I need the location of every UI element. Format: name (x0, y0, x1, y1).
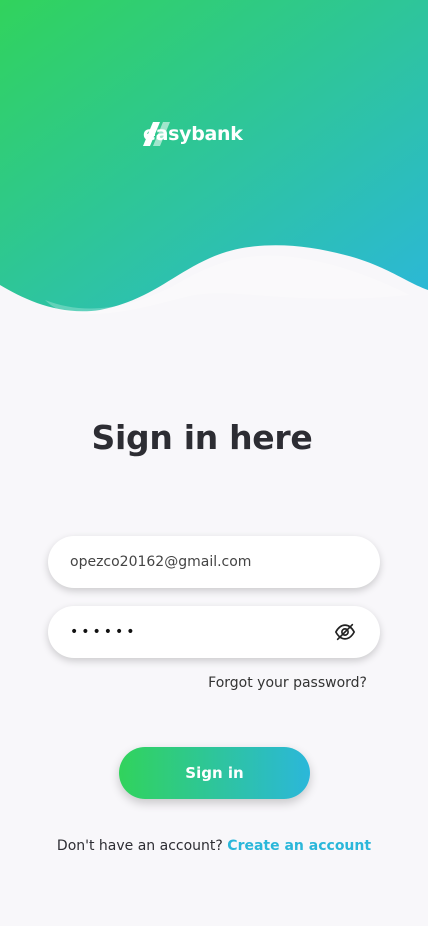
eye-off-icon[interactable] (334, 621, 356, 643)
easybank-logo: easybank (143, 122, 243, 146)
password-field[interactable]: •••••• (48, 606, 380, 658)
hero-wave-background (0, 0, 428, 315)
sign-in-button[interactable]: Sign in (119, 747, 310, 799)
email-field[interactable] (48, 536, 380, 588)
page-title: Sign in here (91, 418, 313, 457)
email-input[interactable] (70, 554, 358, 570)
signup-prompt-text: Don't have an account? (56, 838, 223, 854)
create-account-link[interactable]: Create an account (227, 838, 371, 854)
forgot-password-link[interactable]: Forgot your password? (208, 675, 367, 691)
password-input[interactable]: •••••• (70, 624, 334, 640)
signup-prompt: Don't have an account? Create an account (0, 838, 428, 854)
logo-mark-icon (143, 122, 170, 146)
hero-header: easybank (0, 0, 428, 320)
